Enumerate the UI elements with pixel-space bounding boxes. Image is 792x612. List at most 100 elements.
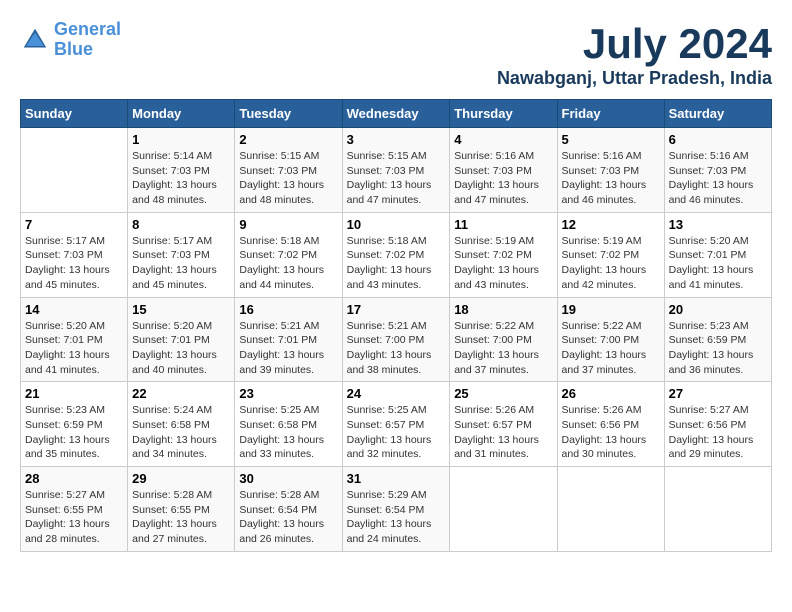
calendar-cell: 23Sunrise: 5:25 AM Sunset: 6:58 PM Dayli… — [235, 382, 342, 467]
calendar-cell: 18 Sunrise: 5:22 AM Sunset: 7:00 PM Dayli… — [450, 297, 557, 382]
day-info: Sunrise: 5:20 AM Sunset: 7:01 PM Dayligh… — [132, 319, 230, 378]
calendar-week-row: 7 Sunrise: 5:17 AM Sunset: 7:03 PM Daylig… — [21, 212, 772, 297]
day-number: 22 — [132, 386, 230, 401]
calendar-cell: 22 Sunrise: 5:24 AM Sunset: 6:58 PM Dayli… — [128, 382, 235, 467]
calendar-week-row: 28Sunrise: 5:27 AM Sunset: 6:55 PM Dayli… — [21, 467, 772, 552]
day-number: 13 — [669, 217, 767, 232]
calendar-cell — [557, 467, 664, 552]
day-info: Sunrise: 5:24 AM Sunset: 6:58 PM Dayligh… — [132, 403, 230, 462]
calendar-cell: 16 Sunrise: 5:21 AM Sunset: 7:01 PM Dayli… — [235, 297, 342, 382]
logo-general: General — [54, 19, 121, 39]
day-info: Sunrise: 5:26 AM Sunset: 6:56 PM Dayligh… — [562, 403, 660, 462]
day-number: 7 — [25, 217, 123, 232]
weekday-header-monday: Monday — [128, 100, 235, 128]
calendar-cell: 26 Sunrise: 5:26 AM Sunset: 6:56 PM Dayli… — [557, 382, 664, 467]
weekday-header-friday: Friday — [557, 100, 664, 128]
day-number: 20 — [669, 302, 767, 317]
day-info: Sunrise: 5:15 AM Sunset: 7:03 PM Dayligh… — [239, 149, 337, 208]
calendar-cell: 30 Sunrise: 5:28 AM Sunset: 6:54 PM Dayli… — [235, 467, 342, 552]
calendar-cell: 24 Sunrise: 5:25 AM Sunset: 6:57 PM Dayli… — [342, 382, 450, 467]
logo-icon — [20, 25, 50, 55]
day-number: 19 — [562, 302, 660, 317]
day-info: Sunrise: 5:16 AM Sunset: 7:03 PM Dayligh… — [562, 149, 660, 208]
day-info: Sunrise: 5:26 AM Sunset: 6:57 PM Dayligh… — [454, 403, 552, 462]
calendar-cell: 29 Sunrise: 5:28 AM Sunset: 6:55 PM Dayli… — [128, 467, 235, 552]
day-info: Sunrise: 5:28 AM Sunset: 6:54 PM Dayligh… — [239, 488, 337, 547]
day-number: 16 — [239, 302, 337, 317]
day-number: 21 — [25, 386, 123, 401]
calendar-cell: 19 Sunrise: 5:22 AM Sunset: 7:00 PM Dayli… — [557, 297, 664, 382]
calendar-cell: 11Sunrise: 5:19 AM Sunset: 7:02 PM Dayli… — [450, 212, 557, 297]
day-info: Sunrise: 5:16 AM Sunset: 7:03 PM Dayligh… — [669, 149, 767, 208]
weekday-header-wednesday: Wednesday — [342, 100, 450, 128]
page-header: General Blue July 2024 Nawabganj, Uttar … — [20, 20, 772, 89]
day-number: 18 — [454, 302, 552, 317]
logo-text: General Blue — [54, 20, 121, 60]
day-info: Sunrise: 5:28 AM Sunset: 6:55 PM Dayligh… — [132, 488, 230, 547]
day-info: Sunrise: 5:23 AM Sunset: 6:59 PM Dayligh… — [25, 403, 123, 462]
day-number: 27 — [669, 386, 767, 401]
day-info: Sunrise: 5:21 AM Sunset: 7:01 PM Dayligh… — [239, 319, 337, 378]
calendar-cell: 21 Sunrise: 5:23 AM Sunset: 6:59 PM Dayli… — [21, 382, 128, 467]
calendar-cell — [664, 467, 771, 552]
day-info: Sunrise: 5:19 AM Sunset: 7:02 PM Dayligh… — [562, 234, 660, 293]
weekday-header-saturday: Saturday — [664, 100, 771, 128]
day-number: 6 — [669, 132, 767, 147]
day-info: Sunrise: 5:29 AM Sunset: 6:54 PM Dayligh… — [347, 488, 446, 547]
calendar-table: SundayMondayTuesdayWednesdayThursdayFrid… — [20, 99, 772, 552]
calendar-cell: 10 Sunrise: 5:18 AM Sunset: 7:02 PM Dayli… — [342, 212, 450, 297]
calendar-cell: 3Sunrise: 5:15 AM Sunset: 7:03 PM Daylig… — [342, 128, 450, 213]
calendar-cell — [450, 467, 557, 552]
calendar-cell: 17Sunrise: 5:21 AM Sunset: 7:00 PM Dayli… — [342, 297, 450, 382]
day-info: Sunrise: 5:18 AM Sunset: 7:02 PM Dayligh… — [239, 234, 337, 293]
day-info: Sunrise: 5:18 AM Sunset: 7:02 PM Dayligh… — [347, 234, 446, 293]
calendar-cell: 8Sunrise: 5:17 AM Sunset: 7:03 PM Daylig… — [128, 212, 235, 297]
calendar-cell: 7 Sunrise: 5:17 AM Sunset: 7:03 PM Daylig… — [21, 212, 128, 297]
calendar-cell: 6 Sunrise: 5:16 AM Sunset: 7:03 PM Daylig… — [664, 128, 771, 213]
day-info: Sunrise: 5:17 AM Sunset: 7:03 PM Dayligh… — [25, 234, 123, 293]
day-number: 15 — [132, 302, 230, 317]
day-number: 5 — [562, 132, 660, 147]
day-info: Sunrise: 5:25 AM Sunset: 6:57 PM Dayligh… — [347, 403, 446, 462]
calendar-cell: 5 Sunrise: 5:16 AM Sunset: 7:03 PM Daylig… — [557, 128, 664, 213]
day-number: 4 — [454, 132, 552, 147]
day-info: Sunrise: 5:20 AM Sunset: 7:01 PM Dayligh… — [25, 319, 123, 378]
weekday-header-row: SundayMondayTuesdayWednesdayThursdayFrid… — [21, 100, 772, 128]
calendar-cell — [21, 128, 128, 213]
day-number: 17 — [347, 302, 446, 317]
calendar-week-row: 1Sunrise: 5:14 AM Sunset: 7:03 PM Daylig… — [21, 128, 772, 213]
location-subtitle: Nawabganj, Uttar Pradesh, India — [497, 68, 772, 89]
calendar-cell: 13Sunrise: 5:20 AM Sunset: 7:01 PM Dayli… — [664, 212, 771, 297]
logo-blue: Blue — [54, 39, 93, 59]
day-info: Sunrise: 5:22 AM Sunset: 7:00 PM Dayligh… — [454, 319, 552, 378]
day-info: Sunrise: 5:22 AM Sunset: 7:00 PM Dayligh… — [562, 319, 660, 378]
weekday-header-tuesday: Tuesday — [235, 100, 342, 128]
logo: General Blue — [20, 20, 121, 60]
day-info: Sunrise: 5:27 AM Sunset: 6:56 PM Dayligh… — [669, 403, 767, 462]
day-number: 14 — [25, 302, 123, 317]
calendar-cell: 12Sunrise: 5:19 AM Sunset: 7:02 PM Dayli… — [557, 212, 664, 297]
calendar-cell: 27 Sunrise: 5:27 AM Sunset: 6:56 PM Dayli… — [664, 382, 771, 467]
calendar-week-row: 21 Sunrise: 5:23 AM Sunset: 6:59 PM Dayli… — [21, 382, 772, 467]
day-number: 9 — [239, 217, 337, 232]
title-block: July 2024 Nawabganj, Uttar Pradesh, Indi… — [497, 20, 772, 89]
day-number: 26 — [562, 386, 660, 401]
calendar-cell: 25Sunrise: 5:26 AM Sunset: 6:57 PM Dayli… — [450, 382, 557, 467]
calendar-cell: 14 Sunrise: 5:20 AM Sunset: 7:01 PM Dayli… — [21, 297, 128, 382]
weekday-header-thursday: Thursday — [450, 100, 557, 128]
day-info: Sunrise: 5:16 AM Sunset: 7:03 PM Dayligh… — [454, 149, 552, 208]
day-info: Sunrise: 5:17 AM Sunset: 7:03 PM Dayligh… — [132, 234, 230, 293]
calendar-cell: 31 Sunrise: 5:29 AM Sunset: 6:54 PM Dayli… — [342, 467, 450, 552]
day-number: 29 — [132, 471, 230, 486]
day-number: 24 — [347, 386, 446, 401]
day-number: 2 — [239, 132, 337, 147]
day-number: 11 — [454, 217, 552, 232]
calendar-cell: 20Sunrise: 5:23 AM Sunset: 6:59 PM Dayli… — [664, 297, 771, 382]
calendar-cell: 4 Sunrise: 5:16 AM Sunset: 7:03 PM Daylig… — [450, 128, 557, 213]
calendar-cell: 1Sunrise: 5:14 AM Sunset: 7:03 PM Daylig… — [128, 128, 235, 213]
day-number: 10 — [347, 217, 446, 232]
day-number: 31 — [347, 471, 446, 486]
day-number: 30 — [239, 471, 337, 486]
calendar-cell: 9 Sunrise: 5:18 AM Sunset: 7:02 PM Daylig… — [235, 212, 342, 297]
day-info: Sunrise: 5:15 AM Sunset: 7:03 PM Dayligh… — [347, 149, 446, 208]
